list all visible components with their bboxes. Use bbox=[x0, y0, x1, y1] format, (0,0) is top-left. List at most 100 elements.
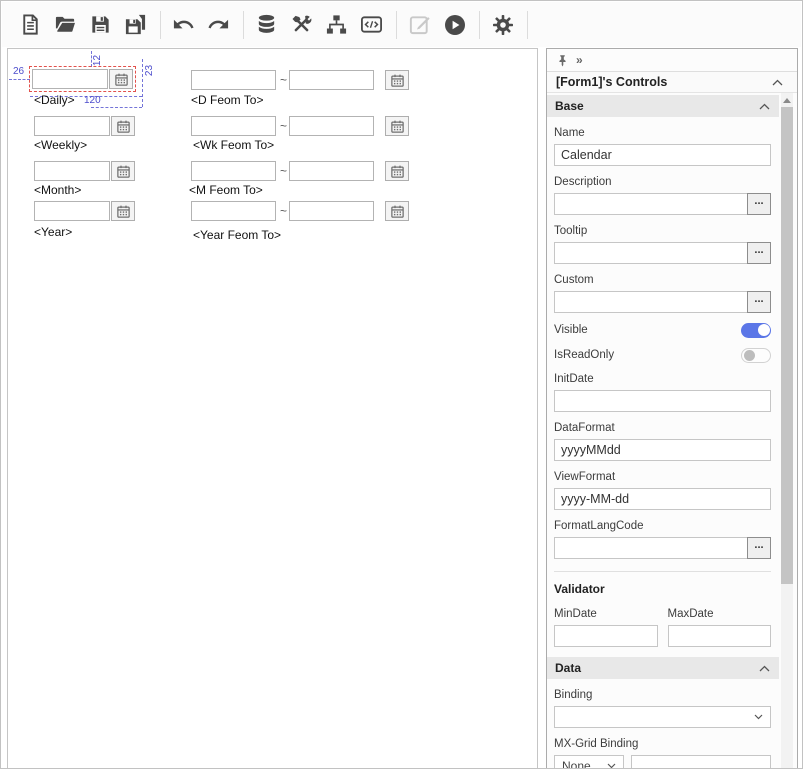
daily-range-to-input[interactable] bbox=[289, 70, 374, 90]
properties-panel: » [Form1]'s Controls Base Name Descripti… bbox=[546, 48, 798, 769]
binding-select[interactable] bbox=[554, 706, 771, 728]
save-all-button[interactable] bbox=[119, 8, 152, 41]
calendar-icon bbox=[390, 119, 405, 134]
build-tools-icon bbox=[290, 13, 313, 36]
visible-toggle[interactable] bbox=[741, 323, 771, 338]
weekly-range-to-input[interactable] bbox=[289, 116, 374, 136]
design-canvas[interactable]: 26 12 23 120 <Daily> <Weekly> <Month> <Y… bbox=[7, 48, 538, 769]
range-separator: ~ bbox=[280, 73, 287, 87]
daily-range-calendar-button[interactable] bbox=[385, 70, 409, 90]
daily-calendar-button[interactable] bbox=[109, 69, 133, 89]
month-calendar-button[interactable] bbox=[111, 161, 135, 181]
year-date-input[interactable] bbox=[34, 201, 110, 221]
daily-date-input[interactable] bbox=[32, 69, 108, 89]
code-view-button[interactable] bbox=[355, 8, 388, 41]
year-calendar-button[interactable] bbox=[111, 201, 135, 221]
isreadonly-toggle[interactable] bbox=[741, 348, 771, 363]
tooltip-input[interactable] bbox=[554, 242, 748, 264]
panel-scrollbar[interactable] bbox=[781, 93, 793, 769]
range-separator: ~ bbox=[280, 119, 287, 133]
toggle-knob bbox=[744, 350, 756, 362]
toolbar-separator bbox=[479, 11, 480, 39]
tooltip-label: Tooltip bbox=[554, 224, 771, 239]
month-range-to-input[interactable] bbox=[289, 161, 374, 181]
scroll-up-button[interactable] bbox=[781, 93, 793, 107]
selection-height-label: 23 bbox=[144, 65, 155, 76]
dataformat-label: DataFormat bbox=[554, 421, 771, 436]
mindate-input[interactable] bbox=[554, 625, 658, 647]
mxgrid-binding-label: MX-Grid Binding bbox=[554, 737, 771, 752]
month-range-from-input[interactable] bbox=[191, 161, 276, 181]
formatlangcode-ellipsis-button[interactable]: ... bbox=[747, 537, 771, 559]
open-button[interactable] bbox=[49, 8, 82, 41]
database-button[interactable] bbox=[250, 8, 283, 41]
year-range-from-input[interactable] bbox=[191, 201, 276, 221]
edit-button[interactable] bbox=[403, 8, 436, 41]
weekly-date-input[interactable] bbox=[34, 116, 110, 136]
name-input[interactable] bbox=[554, 144, 771, 166]
formatlangcode-input[interactable] bbox=[554, 537, 748, 559]
custom-ellipsis-button[interactable]: ... bbox=[747, 291, 771, 313]
settings-icon bbox=[491, 13, 515, 37]
toolbar-separator bbox=[527, 11, 528, 39]
mxgrid-binding-input[interactable] bbox=[631, 755, 771, 769]
run-icon bbox=[443, 13, 467, 37]
month-range-calendar-button[interactable] bbox=[385, 161, 409, 181]
main-toolbar bbox=[2, 2, 801, 47]
weekly-range-calendar-button[interactable] bbox=[385, 116, 409, 136]
section-data-header[interactable]: Data bbox=[547, 657, 779, 679]
chevron-down-icon bbox=[754, 714, 763, 720]
weekly-calendar-button[interactable] bbox=[111, 116, 135, 136]
panel-topbar: » bbox=[547, 49, 797, 71]
undo-button[interactable] bbox=[167, 8, 200, 41]
maxdate-label: MaxDate bbox=[668, 607, 772, 622]
redo-button[interactable] bbox=[202, 8, 235, 41]
dataformat-input[interactable] bbox=[554, 439, 771, 461]
collapse-panel-button[interactable]: » bbox=[576, 53, 583, 67]
build-tools-button[interactable] bbox=[285, 8, 318, 41]
selection-guide bbox=[91, 51, 92, 67]
chevron-down-icon bbox=[607, 763, 616, 769]
calendar-icon bbox=[390, 204, 405, 219]
settings-button[interactable] bbox=[486, 8, 519, 41]
calendar-icon bbox=[116, 164, 131, 179]
calendar-icon bbox=[114, 72, 129, 87]
toolbar-separator bbox=[243, 11, 244, 39]
calendar-icon bbox=[390, 164, 405, 179]
selection-guide bbox=[9, 79, 30, 80]
edit-icon bbox=[408, 13, 431, 36]
year-range-to-input[interactable] bbox=[289, 201, 374, 221]
range-separator: ~ bbox=[280, 204, 287, 218]
description-input[interactable] bbox=[554, 193, 748, 215]
open-folder-icon bbox=[54, 13, 77, 36]
save-button[interactable] bbox=[84, 8, 117, 41]
daily-range-label: <D Feom To> bbox=[191, 93, 263, 107]
initdate-input[interactable] bbox=[554, 390, 771, 412]
year-range-calendar-button[interactable] bbox=[385, 201, 409, 221]
viewformat-label: ViewFormat bbox=[554, 470, 771, 485]
custom-input[interactable] bbox=[554, 291, 748, 313]
app-window: 26 12 23 120 <Daily> <Weekly> <Month> <Y… bbox=[0, 0, 803, 769]
weekly-range-from-input[interactable] bbox=[191, 116, 276, 136]
panel-title-bar[interactable]: [Form1]'s Controls bbox=[547, 71, 797, 93]
pin-icon[interactable] bbox=[556, 54, 569, 67]
selection-top-offset: 12 bbox=[92, 55, 103, 66]
custom-label: Custom bbox=[554, 273, 771, 288]
description-ellipsis-button[interactable]: ... bbox=[747, 193, 771, 215]
mxgrid-mode-select[interactable]: None bbox=[554, 755, 624, 769]
panel-title: [Form1]'s Controls bbox=[556, 75, 667, 89]
sitemap-button[interactable] bbox=[320, 8, 353, 41]
daily-range-from-input[interactable] bbox=[191, 70, 276, 90]
visible-label: Visible bbox=[554, 323, 588, 338]
chevron-up-icon bbox=[759, 103, 770, 110]
month-date-input[interactable] bbox=[34, 161, 110, 181]
scrollbar-thumb[interactable] bbox=[781, 107, 793, 584]
viewformat-input[interactable] bbox=[554, 488, 771, 510]
tooltip-ellipsis-button[interactable]: ... bbox=[747, 242, 771, 264]
maxdate-input[interactable] bbox=[668, 625, 772, 647]
new-document-button[interactable] bbox=[14, 8, 47, 41]
run-button[interactable] bbox=[438, 8, 471, 41]
chevron-up-icon bbox=[759, 665, 770, 672]
section-base-header[interactable]: Base bbox=[547, 95, 779, 117]
validator-header: Validator bbox=[554, 582, 771, 596]
